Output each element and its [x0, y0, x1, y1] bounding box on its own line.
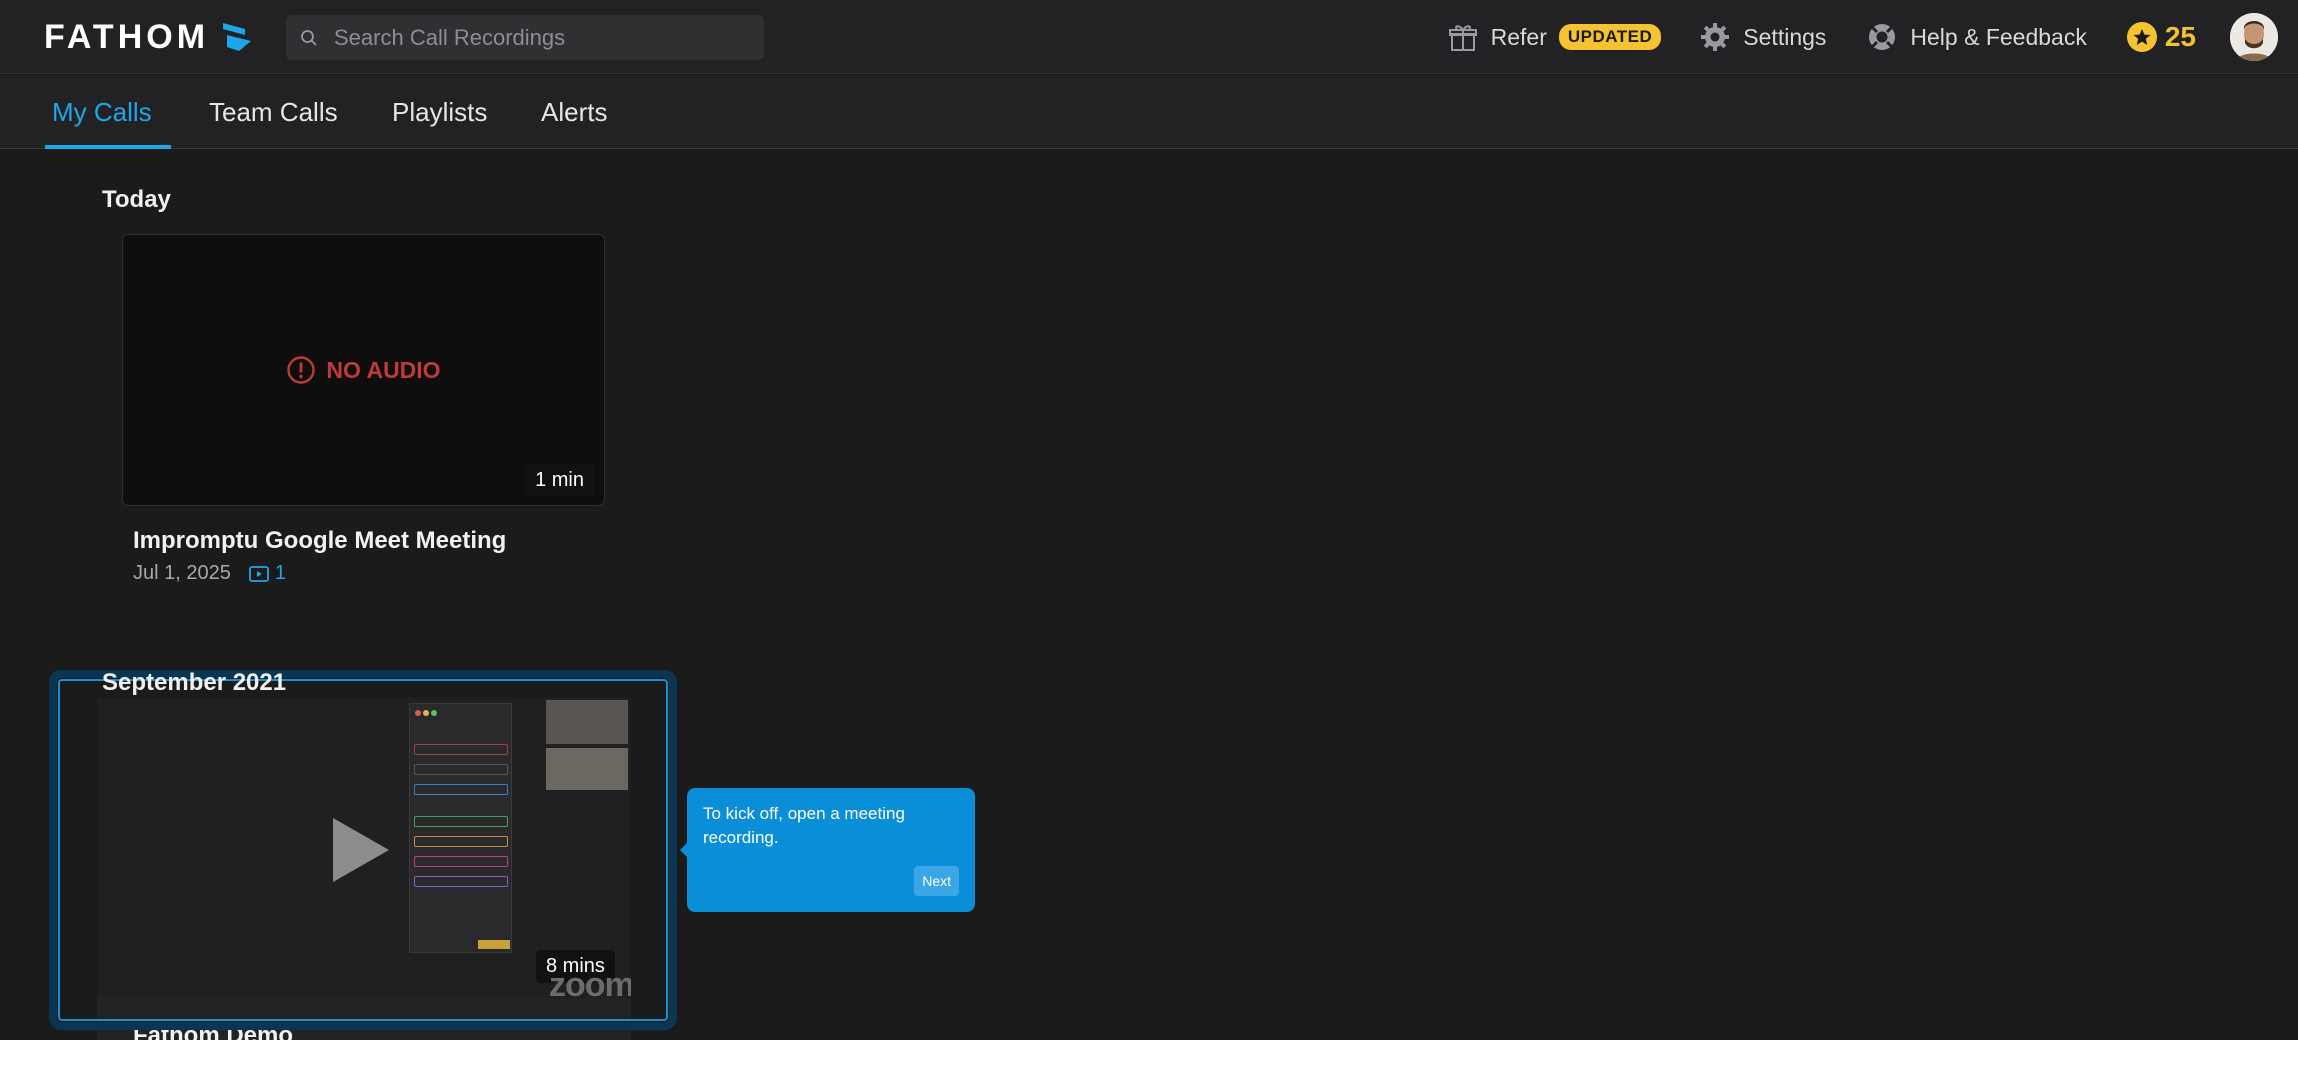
search-bar[interactable]	[286, 15, 764, 60]
help-label: Help & Feedback	[1910, 23, 2087, 50]
call-title[interactable]: Impromptu Google Meet Meeting	[133, 527, 506, 555]
gear-icon	[1701, 23, 1730, 51]
search-icon	[301, 29, 317, 46]
search-input[interactable]	[334, 24, 754, 51]
points-counter[interactable]: 25	[2126, 21, 2196, 53]
help-feedback-link[interactable]: Help & Feedback	[1866, 21, 2087, 53]
gift-icon	[1448, 25, 1477, 51]
top-bar: FATHOM Refer UPDATED	[0, 0, 2298, 74]
clip-count[interactable]: 1	[248, 562, 286, 585]
refer-link[interactable]: Refer UPDATED	[1447, 21, 1662, 53]
no-audio-label: NO AUDIO	[326, 356, 441, 383]
section-title-september-2021: September 2021	[102, 669, 287, 696]
tab-playlists[interactable]: Playlists	[392, 97, 487, 128]
tab-my-calls[interactable]: My Calls	[52, 97, 152, 128]
user-avatar[interactable]	[2230, 13, 2278, 61]
main-tabs: My Calls Team Calls Playlists Alerts	[0, 75, 2298, 149]
star-icon	[2126, 22, 2157, 52]
call-date: Jul 1, 2025	[133, 562, 231, 584]
onboarding-tooltip: To kick off, open a meeting recording. N…	[687, 788, 975, 912]
duration-badge: 1 min	[525, 464, 594, 497]
top-right-nav: Refer UPDATED Settings Help & Feedback 2…	[1447, 12, 2278, 62]
logo-text: FATHOM	[44, 17, 210, 56]
clip-icon	[248, 565, 269, 582]
section-title-today: Today	[102, 186, 171, 213]
avatar-image	[2230, 13, 2278, 61]
tooltip-text: To kick off, open a meeting recording.	[703, 804, 905, 847]
next-button[interactable]: Next	[914, 866, 959, 896]
tab-alerts[interactable]: Alerts	[541, 97, 607, 128]
points-value: 25	[2164, 21, 2196, 52]
settings-link[interactable]: Settings	[1699, 21, 1826, 53]
clip-count-value: 1	[274, 562, 286, 584]
call-meta: Jul 1, 2025 1	[133, 562, 286, 585]
updated-badge: UPDATED	[1558, 24, 1662, 50]
lifebuoy-icon	[1869, 24, 1896, 50]
app-window: FATHOM Refer UPDATED	[0, 0, 2298, 1040]
tab-team-calls[interactable]: Team Calls	[209, 97, 338, 128]
call-thumbnail[interactable]: NO AUDIO 1 min	[122, 234, 605, 506]
fathom-logo-icon	[223, 23, 252, 51]
fathom-logo[interactable]: FATHOM	[44, 18, 253, 56]
onboarding-highlight-border	[58, 679, 668, 1021]
active-tab-indicator	[45, 145, 171, 149]
alert-circle-icon	[287, 356, 316, 384]
settings-label: Settings	[1743, 23, 1827, 50]
refer-label: Refer	[1490, 23, 1547, 50]
